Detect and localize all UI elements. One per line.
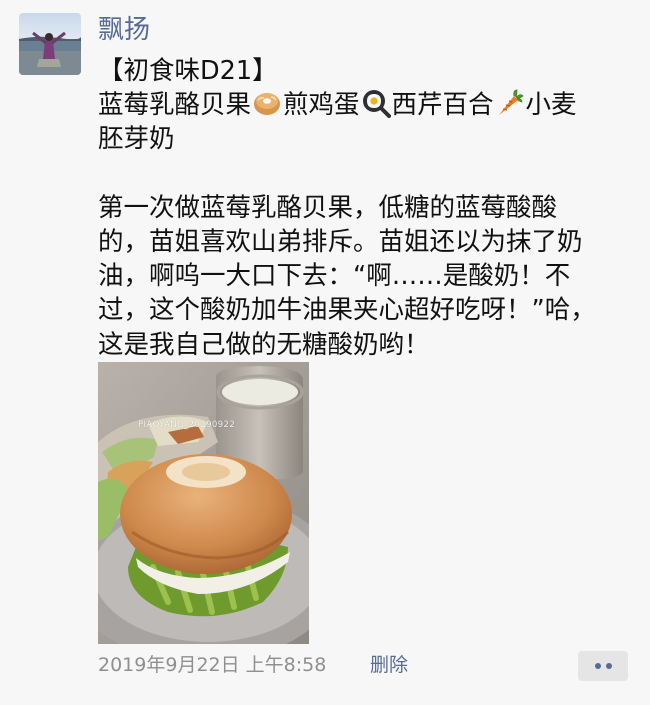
carrot-emoji-icon (495, 88, 525, 118)
post-text-line: 油，啊呜一大口下去：“啊……是酸奶！不 (98, 259, 630, 293)
post-photo[interactable]: PIAOYANG_20190922 (98, 362, 309, 644)
avatar-image (19, 13, 81, 75)
post-text-segment: 过，这个酸奶加牛油果夹心超好吃呀！”哈， (98, 295, 596, 326)
post-text-line: 这是我自己做的无糖酸奶哟！ (98, 328, 630, 362)
bagel-photo-image (98, 362, 309, 644)
post-text-line: 过，这个酸奶加牛油果夹心超好吃呀！”哈， (98, 293, 630, 327)
post-text-segment: 的，苗姐喜欢山弟排斥。苗姐还以为抹了奶 (98, 226, 583, 257)
post-text-blank-line (98, 157, 630, 191)
fried-egg-emoji-icon (361, 88, 391, 119)
post-text-segment: 西芹百合 (391, 90, 494, 121)
post-text-segment: 蓝莓乳酪贝果 (98, 90, 252, 121)
post-text-segment: 第一次做蓝莓乳酪贝果，低糖的蓝莓酸酸 (98, 192, 558, 223)
author-name[interactable]: 飘扬 (98, 13, 150, 47)
avatar[interactable] (19, 13, 81, 75)
more-dots-icon (606, 663, 612, 669)
delete-link[interactable]: 删除 (370, 652, 408, 678)
post-text-line: 胚芽奶 (98, 122, 630, 156)
post-text-segment: 胚芽奶 (98, 124, 175, 155)
photo-watermark: PIAOYANG_20190922 (138, 420, 236, 430)
post-text-line: 【初食味D21】 (98, 54, 630, 88)
post-text-segment: 小麦 (525, 90, 577, 121)
post-text-line: 蓝莓乳酪贝果 煎鸡蛋 西芹百合 小麦 (98, 88, 630, 122)
post-text-segment: 这是我自己做的无糖酸奶哟！ (98, 329, 430, 360)
bagel-emoji-icon (252, 88, 282, 118)
more-button[interactable] (578, 651, 628, 681)
post-text-segment: 【初食味D21】 (98, 56, 278, 86)
post-text-segment: 煎鸡蛋 (283, 90, 360, 121)
post-text-line: 第一次做蓝莓乳酪贝果，低糖的蓝莓酸酸 (98, 191, 630, 225)
more-dots-icon (595, 663, 601, 669)
post-text-line: 的，苗姐喜欢山弟排斥。苗姐还以为抹了奶 (98, 225, 630, 259)
post-text-segment: 油，啊呜一大口下去：“啊……是酸奶！不 (98, 261, 571, 292)
post-timestamp: 2019年9月22日 上午8:58 (98, 654, 327, 676)
post-text: 【初食味D21】 蓝莓乳酪贝果 煎鸡蛋 西芹百合 小麦 胚芽奶 第一次做蓝莓乳酪贝果，低糖的… (98, 54, 630, 362)
